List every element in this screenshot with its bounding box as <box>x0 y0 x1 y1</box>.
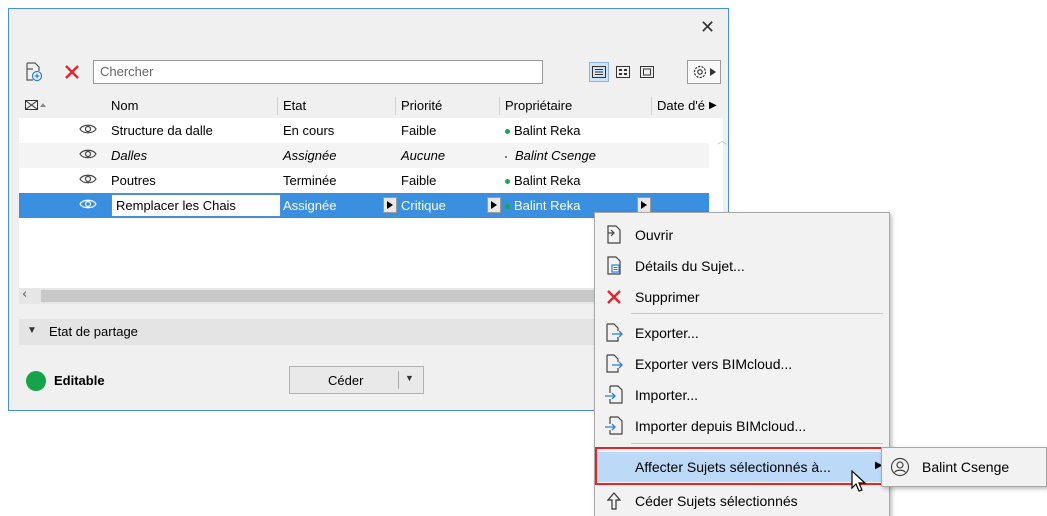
caret-right-icon <box>710 68 716 76</box>
cell-priority[interactable]: Critique <box>401 198 446 213</box>
scroll-left-icon[interactable]: ‹ <box>22 287 27 302</box>
cell-priority: Faible <box>401 173 437 188</box>
status-label: Editable <box>54 373 105 388</box>
grid-view-icon[interactable] <box>613 62 633 82</box>
cell-state: Assignée <box>283 148 337 163</box>
column-divider <box>277 97 278 115</box>
delete-icon <box>603 287 625 307</box>
eye-icon[interactable] <box>79 172 99 188</box>
submenu-user-label[interactable]: Balint Csenge <box>922 459 1009 475</box>
menu-item-release[interactable]: Céder Sujets sélectionnés <box>595 487 887 515</box>
column-divider <box>395 97 396 115</box>
cell-name: Poutres <box>111 173 156 188</box>
online-status-icon <box>505 179 510 185</box>
delete-icon[interactable] <box>61 61 83 83</box>
state-dropdown-icon[interactable] <box>383 197 397 213</box>
column-header-owner[interactable]: Propriétaire <box>505 98 572 113</box>
table-row[interactable]: Poutres Terminée Faible Balint Reka <box>19 168 709 193</box>
list-view-icon[interactable] <box>589 62 609 82</box>
column-header-priority[interactable]: Priorité <box>401 98 442 113</box>
chevron-down-icon[interactable]: ▼ <box>405 373 414 383</box>
scroll-columns-right-icon[interactable]: ▶ <box>709 100 717 111</box>
online-status-icon <box>505 129 510 135</box>
gear-icon <box>693 65 707 79</box>
user-icon <box>890 457 910 477</box>
cell-state: Terminée <box>283 173 337 188</box>
cell-owner: Balint Reka <box>505 173 580 188</box>
menu-separator <box>631 443 883 444</box>
menu-item-import-bimcloud[interactable]: Importer depuis BIMcloud... <box>595 412 887 440</box>
column-header-state[interactable]: Etat <box>283 98 306 113</box>
assign-submenu[interactable]: Balint Csenge <box>881 447 1047 487</box>
cell-owner: Balint Reka <box>505 123 580 138</box>
online-status-icon <box>505 204 510 210</box>
scroll-up-icon[interactable]: ︿ <box>717 132 727 147</box>
import-icon <box>603 385 625 405</box>
highlight-callout <box>595 447 884 485</box>
owner-dropdown-icon[interactable] <box>637 197 651 213</box>
priority-dropdown-icon[interactable] <box>487 197 501 213</box>
section-label: Etat de partage <box>49 324 138 339</box>
table-header: Nom Etat Priorité Propriétaire Date d'é … <box>19 95 723 117</box>
menu-item-details[interactable]: Détails du Sujet... <box>595 252 887 280</box>
cell-owner[interactable]: Balint Reka <box>505 198 580 213</box>
table-row[interactable]: Dalles Assignée Aucune Balint Csenge <box>19 143 709 168</box>
cell-state: En cours <box>283 123 335 138</box>
ceder-button[interactable]: Céder ▼ <box>289 366 424 394</box>
eye-icon[interactable] <box>79 147 99 163</box>
name-edit-field[interactable]: Remplacer les Chais <box>111 194 281 217</box>
import-icon <box>603 416 625 436</box>
new-issue-icon[interactable] <box>23 61 45 83</box>
column-divider <box>499 97 500 115</box>
cell-priority: Aucune <box>401 148 446 163</box>
column-divider <box>651 97 652 115</box>
menu-item-export-bimcloud[interactable]: Exporter vers BIMcloud... <box>595 350 887 378</box>
export-icon <box>603 354 625 374</box>
settings-button[interactable] <box>687 60 721 84</box>
column-header-name[interactable]: Nom <box>111 98 138 113</box>
cell-name: Structure da dalle <box>111 123 213 138</box>
cell-owner: Balint Csenge <box>505 148 596 163</box>
search-input[interactable]: Chercher <box>93 60 543 84</box>
collapse-triangle-icon[interactable]: ▼ <box>27 325 37 336</box>
offline-status-icon <box>505 155 507 158</box>
toolbar: Chercher <box>9 59 728 87</box>
status-indicator-icon <box>26 371 46 391</box>
menu-separator <box>631 313 883 314</box>
details-icon <box>603 256 625 276</box>
table-row[interactable]: Structure da dalle En cours Faible Balin… <box>19 118 709 143</box>
open-icon <box>603 225 625 245</box>
close-icon[interactable]: ✕ <box>700 17 715 39</box>
eye-icon[interactable] <box>79 122 99 138</box>
menu-item-open[interactable]: Ouvrir <box>595 221 887 249</box>
menu-item-delete[interactable]: Supprimer <box>595 283 887 311</box>
sort-icon[interactable] <box>25 98 47 115</box>
release-icon <box>603 491 625 511</box>
menu-item-import[interactable]: Importer... <box>595 381 887 409</box>
single-view-icon[interactable] <box>637 62 657 82</box>
export-icon <box>603 323 625 343</box>
split-divider <box>398 371 399 389</box>
eye-icon[interactable] <box>79 197 99 213</box>
cell-priority: Faible <box>401 123 437 138</box>
ceder-button-label: Céder <box>328 373 364 388</box>
column-header-due-date[interactable]: Date d'é <box>657 98 705 113</box>
cell-name: Dalles <box>111 148 148 163</box>
mouse-cursor-icon <box>851 470 867 492</box>
menu-item-export[interactable]: Exporter... <box>595 319 887 347</box>
cell-state[interactable]: Assignée <box>283 198 336 213</box>
